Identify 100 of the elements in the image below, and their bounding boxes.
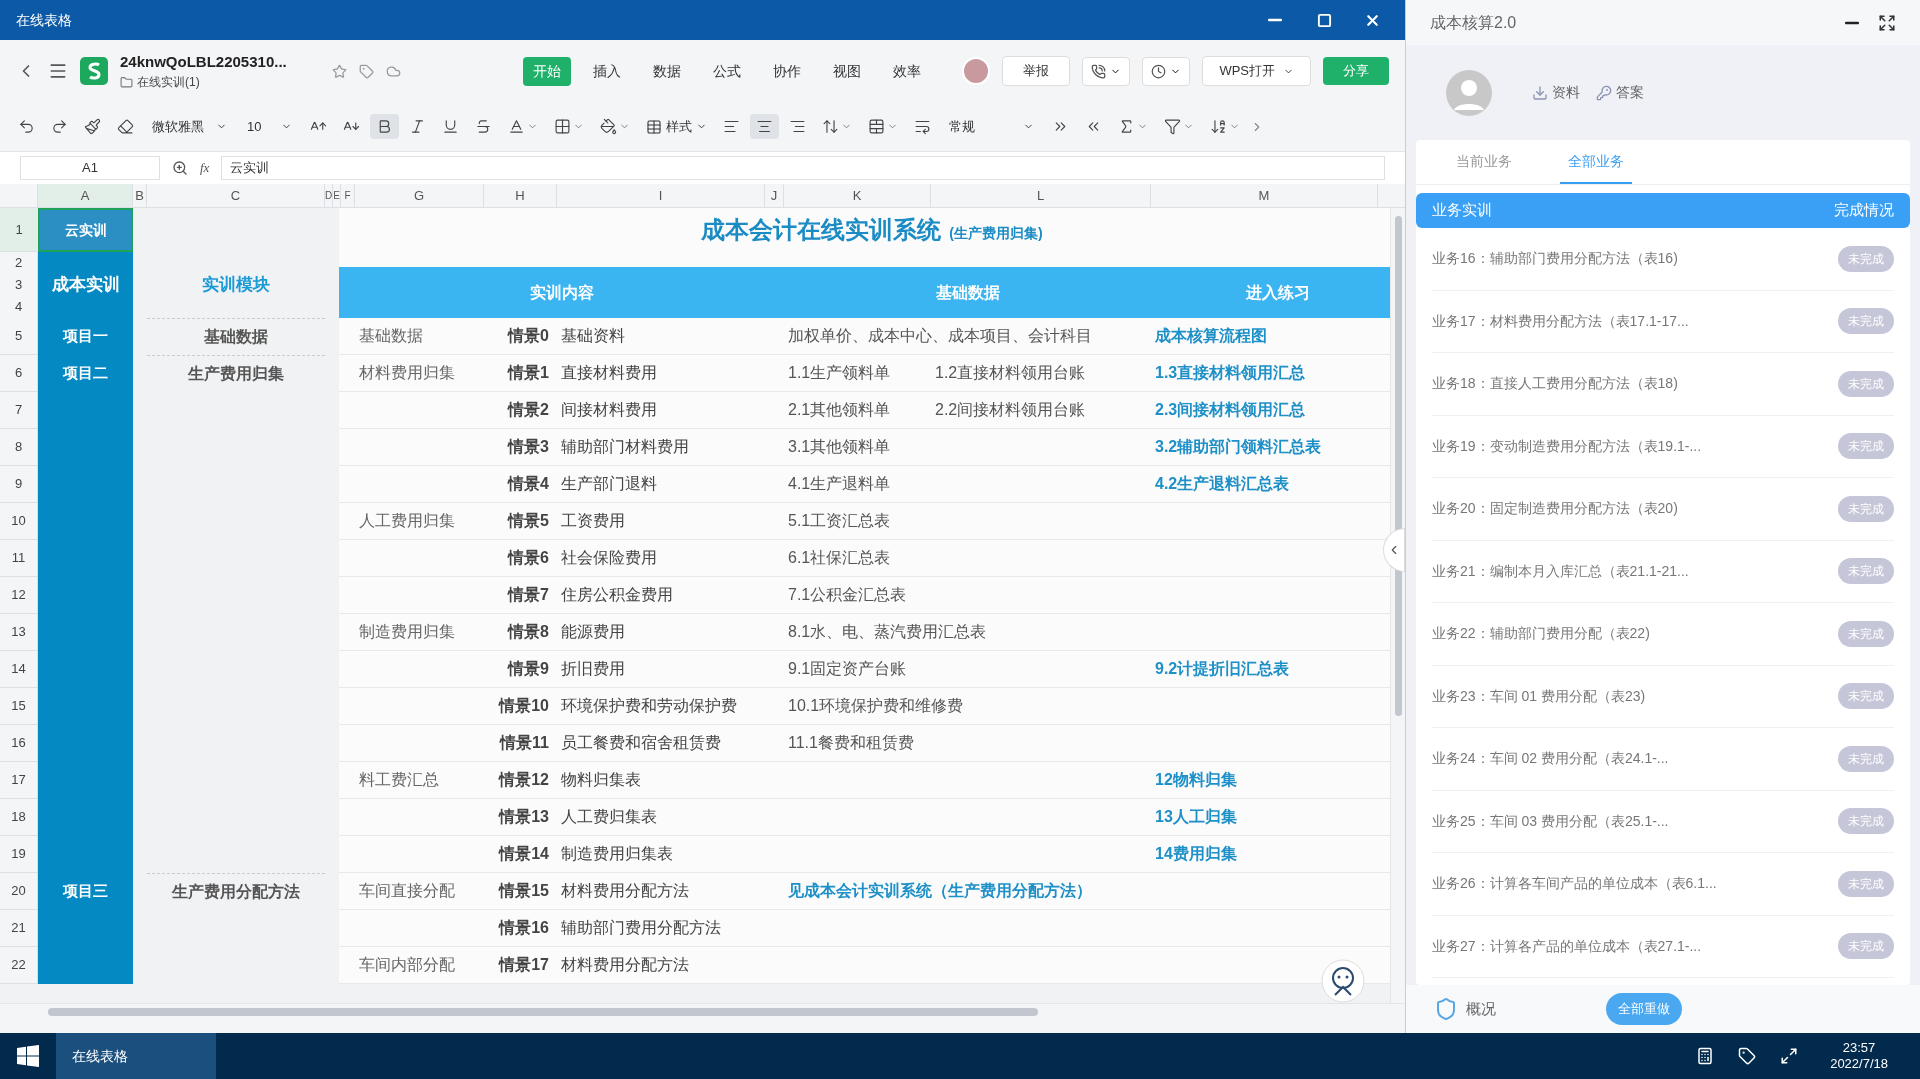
history-dropdown[interactable] [1142,56,1191,86]
menu-tab[interactable]: 视图 [823,56,871,86]
task-item[interactable]: 业务26：计算各车间产品的单位成本（表6.1... [1432,873,1717,895]
answers-link[interactable]: 答案 [1596,82,1644,103]
row-number: 6 [0,355,38,392]
call-dropdown[interactable] [1082,56,1131,86]
menu-tab[interactable]: 协作 [763,56,811,86]
task-item[interactable]: 业务21：编制本月入库汇总（表21.1-21... [1432,560,1689,582]
horizontal-scrollbar[interactable] [48,1008,1038,1016]
column-header: J [765,184,784,207]
table-cell: 10.1环境保护费和维修费 [788,697,964,714]
menu-tab[interactable]: 插入 [583,56,631,86]
task-item[interactable]: 业务18：直接人工费用分配方法（表18) [1432,373,1678,395]
list-header: 业务实训 完成情况 [1416,193,1910,228]
calculator-icon[interactable] [1696,1047,1715,1065]
practice-link[interactable]: 1.3直接材料领用汇总 [1155,364,1306,381]
column-header: F [341,184,355,207]
practice-link[interactable]: 13人工归集 [1155,808,1237,825]
practice-link[interactable]: 4.2生产退料汇总表 [1155,475,1290,492]
table-cell: 制造费用归集 [359,623,455,640]
table-cell: 8.1水、电、蒸汽费用汇总表 [788,623,987,640]
practice-link[interactable]: 14费用归集 [1155,845,1237,862]
open-wps-button[interactable]: WPS打开 [1202,56,1311,86]
sheet-subtitle: (生产费用归集) [949,224,1043,243]
panel-tab[interactable]: 当前业务 [1448,151,1520,184]
align-left-icon [723,118,741,135]
practice-link[interactable]: 12物料归集 [1155,771,1237,788]
redo-all-button[interactable]: 全部重做 [1606,993,1682,1025]
underline-icon [442,118,460,135]
clock-icon [1151,63,1167,79]
table-cell-text: 情景9 [508,659,549,679]
bold-button[interactable] [370,114,400,139]
fullscreen-icon[interactable] [1780,1047,1799,1065]
table-cell: 2.2间接材料领用台账 [935,401,1086,418]
menu-tab[interactable]: 公式 [703,56,751,86]
vertical-scrollbar[interactable] [1394,216,1402,716]
practice-link[interactable]: 3.2辅助部门领料汇总表 [1155,438,1322,455]
folder-name[interactable]: 在线实训(1) [137,73,200,92]
menu-icon[interactable] [48,61,68,81]
share-button[interactable]: 分享 [1323,57,1389,85]
number-format-dropdown[interactable]: 常规 [941,116,1043,137]
table-cell: 折旧费用 [561,660,625,677]
expand-icon[interactable] [1878,13,1896,32]
practice-link[interactable]: 成本核算流程图 [1155,327,1267,344]
practice-link[interactable]: 2.3间接材料领用汇总 [1155,401,1306,418]
task-item[interactable]: 业务19：变动制造费用分配方法（表19.1-... [1432,435,1702,457]
report-button[interactable]: 举报 [1002,56,1071,86]
table-cell-text: 情景5 [508,511,549,531]
format-painter-icon [84,118,101,135]
table-cell: 项目二 [38,355,133,392]
row-number: 13 [0,614,38,651]
clock-time: 23:57 [1842,1039,1876,1056]
window-title: 在线表格 [16,10,73,30]
menu-tab[interactable]: 数据 [643,56,691,86]
cloud-icon[interactable] [386,63,401,79]
align-center-button[interactable] [750,114,780,139]
task-item[interactable]: 业务27：计算各产品的单位成本（表27.1-... [1432,935,1702,957]
table-cell: 9.1固定资产台账 [788,660,907,677]
name-box[interactable]: A1 [20,156,160,180]
zoom-icon[interactable] [172,160,188,176]
table-link[interactable]: 见成本会计实训系统（生产费用分配方法） [788,882,1092,899]
folder-icon [120,75,133,89]
column-header: D [325,184,333,207]
maximize-icon[interactable] [1317,12,1332,28]
menu-tab[interactable]: 开始 [523,56,571,86]
task-item[interactable]: 业务16：辅助部门费用分配方法（表16) [1432,248,1678,270]
star-icon[interactable] [332,63,347,79]
practice-link[interactable]: 9.2计提折旧汇总表 [1155,660,1290,677]
materials-link[interactable]: 资料 [1532,82,1580,103]
assistant-robot-icon[interactable] [1321,959,1365,1003]
table-cell-text: 实训模块 [201,274,271,297]
vertical-align-icon [822,118,840,135]
task-item[interactable]: 业务17：材料费用分配方法（表17.1-17... [1432,310,1689,332]
file-name: 24knwQoLBL2205310... [120,51,288,72]
panel-tab[interactable]: 全部业务 [1560,151,1632,184]
start-icon[interactable] [17,1045,39,1067]
font-size-dropdown[interactable]: 10 [239,116,301,137]
font-dropdown[interactable]: 微软雅黑 [144,116,235,137]
formula-field[interactable]: 云实训 [221,156,1385,180]
overview-link[interactable]: 概况 [1466,997,1606,1021]
taskbar-app[interactable]: 在线表格 [56,1033,216,1079]
row-number: 2 [13,254,24,273]
row-number: 11 [0,540,38,577]
row-number: 5 [0,318,38,355]
menu-tab[interactable]: 效率 [883,56,931,86]
style-dropdown[interactable]: 样式 [640,116,714,137]
task-item[interactable]: 业务22：辅助部门费用分配（表22) [1432,623,1650,645]
column-header: C [147,184,325,207]
task-item[interactable]: 业务20：固定制造费用分配方法（表20) [1432,498,1678,520]
row-number: 16 [0,725,38,762]
task-item[interactable]: 业务25：车间 03 费用分配（表25.1-... [1432,810,1669,832]
task-item[interactable]: 业务24：车间 02 费用分配（表24.1-... [1432,748,1669,770]
merge-cells-icon [868,118,886,135]
row-number: 8 [0,429,38,466]
table-cell-text: 情景6 [508,548,549,568]
table-cell: 5.1工资汇总表 [788,512,891,529]
download-icon [1532,84,1548,101]
column-header: B [133,184,147,207]
task-item[interactable]: 业务23：车间 01 费用分配（表23) [1432,685,1646,707]
selected-cell[interactable]: 云实训 [38,208,133,252]
